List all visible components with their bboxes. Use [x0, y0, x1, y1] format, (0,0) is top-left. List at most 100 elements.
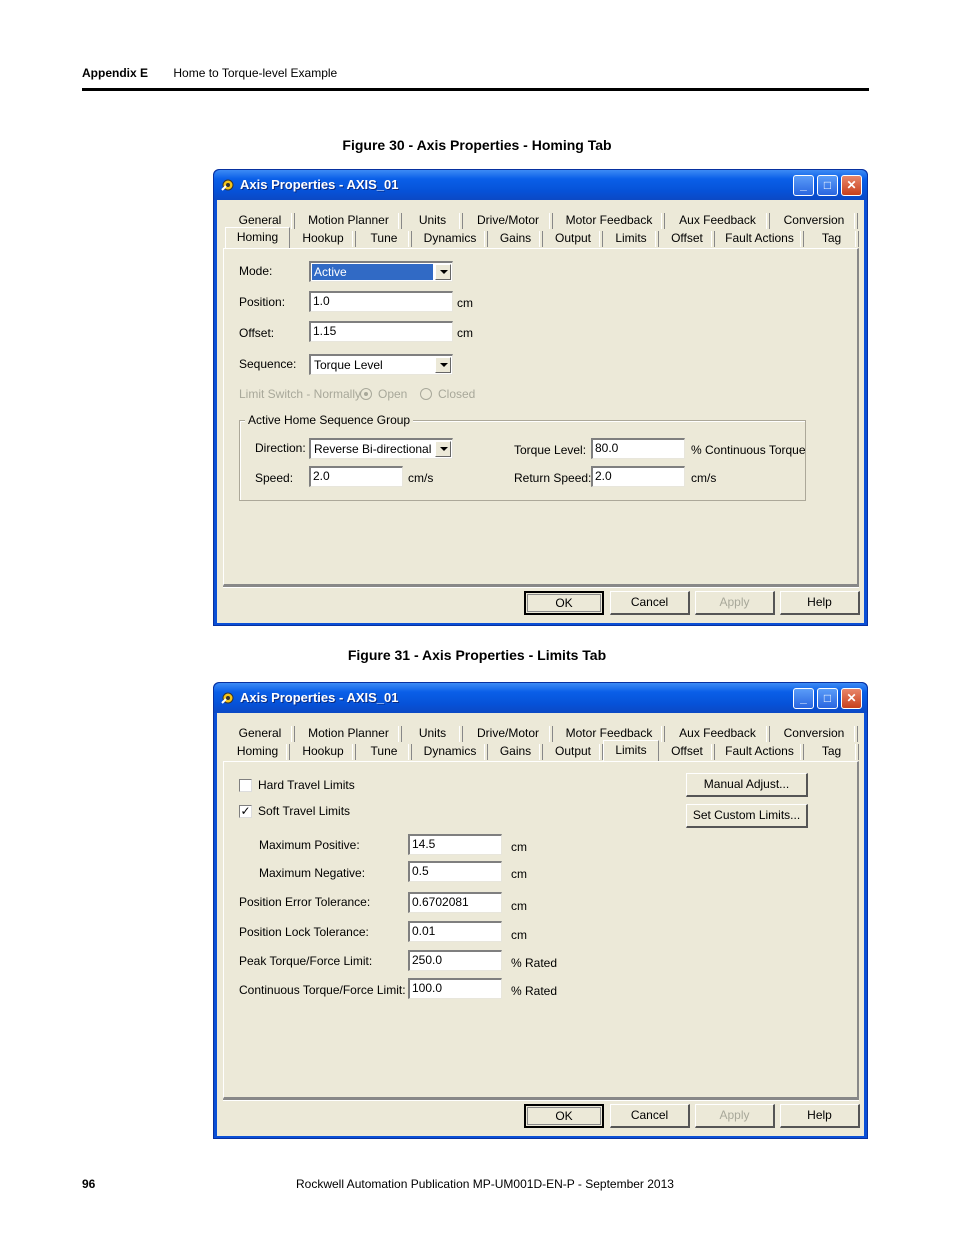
open-label: Open: [378, 387, 408, 401]
publication-footer: Rockwell Automation Publication MP-UM001…: [296, 1177, 674, 1191]
direction-select[interactable]: Reverse Bi-directional: [309, 438, 453, 459]
tab-units[interactable]: Units: [402, 724, 463, 743]
max-positive-input[interactable]: 14.5: [408, 834, 502, 855]
tab-aux-feedback[interactable]: Aux Feedback: [665, 724, 770, 743]
help-button[interactable]: Help: [780, 1104, 860, 1128]
continuous-torque-input[interactable]: 100.0: [408, 978, 502, 999]
max-positive-label: Maximum Positive:: [259, 838, 360, 852]
soft-travel-label: Soft Travel Limits: [258, 804, 351, 818]
tab-conversion[interactable]: Conversion: [770, 211, 858, 230]
active-home-group: [239, 420, 806, 501]
tab-tune[interactable]: Tune: [356, 742, 412, 761]
tab-fault-actions[interactable]: Fault Actions: [715, 742, 804, 761]
tab-dynamics[interactable]: Dynamics: [412, 742, 488, 761]
position-lock-label: Position Lock Tolerance:: [239, 925, 369, 939]
tab-offset[interactable]: Offset: [659, 742, 715, 761]
closed-label: Closed: [438, 387, 476, 401]
mode-select[interactable]: Active: [309, 261, 453, 282]
position-lock-input[interactable]: 0.01: [408, 921, 502, 942]
hard-travel-checkbox[interactable]: [239, 779, 252, 792]
open-radio[interactable]: [360, 388, 372, 400]
cancel-button[interactable]: Cancel: [610, 591, 690, 615]
tab-units[interactable]: Units: [402, 211, 463, 230]
tab-tag[interactable]: Tag: [804, 742, 859, 761]
manual-adjust-button[interactable]: Manual Adjust...: [686, 773, 808, 797]
torque-level-label: Torque Level:: [514, 443, 587, 457]
return-speed-input[interactable]: 2.0: [591, 466, 685, 487]
tab-gains[interactable]: Gains: [488, 742, 543, 761]
figure31-caption: Figure 31 - Axis Properties - Limits Tab: [347, 647, 607, 663]
apply-button[interactable]: Apply: [695, 591, 775, 615]
tab-motion-planner[interactable]: Motion Planner: [295, 211, 402, 230]
tab-drive-motor[interactable]: Drive/Motor: [463, 724, 553, 743]
position-input[interactable]: 1.0: [309, 291, 453, 312]
tab-row-1: General Motion Planner Units Drive/Motor…: [225, 724, 858, 743]
tab-tag[interactable]: Tag: [804, 229, 859, 248]
position-error-unit: cm: [511, 899, 527, 913]
torque-level-input[interactable]: 80.0: [591, 438, 685, 459]
group-title: Active Home Sequence Group: [245, 413, 414, 427]
peak-torque-unit: % Rated: [511, 956, 558, 970]
tab-homing[interactable]: Homing: [225, 742, 290, 761]
header-rule: [82, 88, 869, 91]
set-custom-limits-button[interactable]: Set Custom Limits...: [686, 804, 808, 828]
sequence-select[interactable]: Torque Level: [309, 354, 453, 375]
peak-torque-input[interactable]: 250.0: [408, 950, 502, 971]
help-button[interactable]: Help: [780, 591, 860, 615]
close-icon[interactable]: ✕: [841, 688, 862, 709]
position-error-input[interactable]: 0.6702081: [408, 892, 502, 913]
tab-output[interactable]: Output: [543, 742, 603, 761]
cancel-button[interactable]: Cancel: [610, 1104, 690, 1128]
offset-unit: cm: [457, 326, 473, 340]
position-lock-unit: cm: [511, 928, 527, 942]
window-title: Axis Properties - AXIS_01: [240, 690, 399, 705]
soft-travel-checkbox[interactable]: ✓: [239, 805, 252, 818]
tab-homing[interactable]: Homing: [225, 227, 290, 248]
limits-window: Axis Properties - AXIS_01 _ □ ✕ General …: [213, 682, 868, 1139]
tab-row-2: Homing Hookup Tune Dynamics Gains Output…: [225, 740, 859, 761]
tab-dynamics[interactable]: Dynamics: [412, 229, 488, 248]
apply-button[interactable]: Apply: [695, 1104, 775, 1128]
minimize-icon[interactable]: _: [793, 175, 814, 196]
offset-label: Offset:: [239, 326, 275, 340]
speed-input[interactable]: 2.0: [309, 466, 403, 487]
tab-hookup[interactable]: Hookup: [290, 742, 356, 761]
tab-aux-feedback[interactable]: Aux Feedback: [665, 211, 770, 230]
closed-radio[interactable]: [420, 388, 432, 400]
header-title: Home to Torque-level Example: [173, 66, 338, 80]
title-bar[interactable]: Axis Properties - AXIS_01 _ □ ✕: [214, 683, 867, 713]
chevron-down-icon[interactable]: [435, 264, 451, 280]
tab-fault-actions[interactable]: Fault Actions: [715, 229, 804, 248]
maximize-icon[interactable]: □: [817, 175, 838, 196]
return-speed-label: Return Speed:: [514, 471, 592, 485]
tab-motion-planner[interactable]: Motion Planner: [295, 724, 402, 743]
ok-button[interactable]: OK: [524, 591, 604, 615]
axis-app-icon: [221, 179, 234, 191]
title-bar[interactable]: Axis Properties - AXIS_01 _ □ ✕: [214, 170, 867, 200]
tab-tune[interactable]: Tune: [356, 229, 412, 248]
position-unit: cm: [457, 296, 473, 310]
maximize-icon[interactable]: □: [817, 688, 838, 709]
return-speed-unit: cm/s: [691, 471, 717, 485]
sequence-label: Sequence:: [239, 357, 297, 371]
tab-gains[interactable]: Gains: [488, 229, 543, 248]
tab-offset[interactable]: Offset: [659, 229, 715, 248]
tab-motor-feedback[interactable]: Motor Feedback: [553, 211, 665, 230]
tab-hookup[interactable]: Hookup: [290, 229, 356, 248]
dialog-client: General Motion Planner Units Drive/Motor…: [217, 713, 864, 1136]
minimize-icon[interactable]: _: [793, 688, 814, 709]
max-negative-unit: cm: [511, 867, 527, 881]
tab-limits[interactable]: Limits: [603, 229, 659, 248]
chevron-down-icon[interactable]: [435, 441, 451, 457]
tab-output[interactable]: Output: [543, 229, 603, 248]
max-negative-input[interactable]: 0.5: [408, 861, 502, 882]
tab-drive-motor[interactable]: Drive/Motor: [463, 211, 553, 230]
tab-general[interactable]: General: [225, 724, 295, 743]
close-icon[interactable]: ✕: [841, 175, 862, 196]
ok-button[interactable]: OK: [524, 1104, 604, 1128]
tab-limits[interactable]: Limits: [603, 740, 659, 761]
tab-conversion[interactable]: Conversion: [770, 724, 858, 743]
offset-input[interactable]: 1.15: [309, 321, 453, 342]
chevron-down-icon[interactable]: [435, 357, 451, 373]
limit-switch-label: Limit Switch - Normally:: [239, 387, 365, 401]
